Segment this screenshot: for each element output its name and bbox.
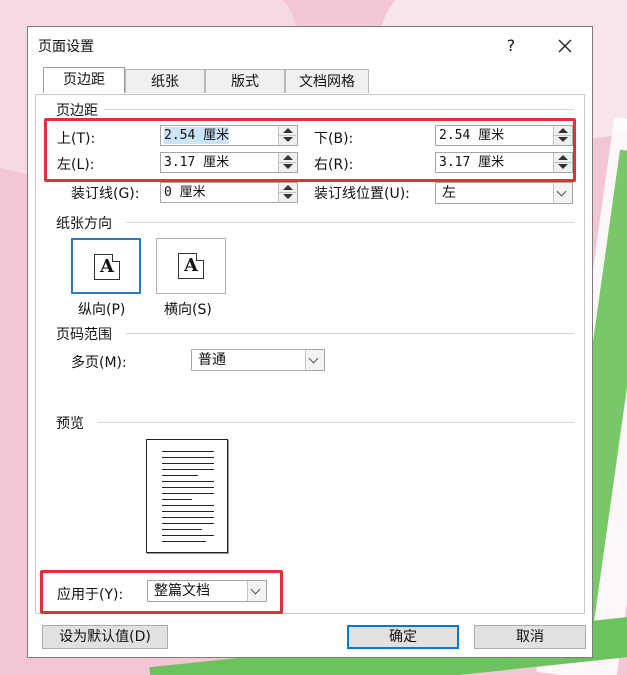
pages-group-label: 页码范围 — [56, 324, 118, 344]
tab-paper[interactable]: 纸张 — [125, 69, 205, 93]
portrait-page-icon: A — [94, 254, 120, 280]
gutter-value: 0 厘米 — [164, 185, 206, 200]
tab-document-grid[interactable]: 文档网格 — [285, 69, 369, 93]
landscape-option[interactable]: A — [156, 238, 226, 294]
chevron-down-icon[interactable] — [553, 183, 572, 203]
preview-page — [146, 439, 228, 553]
gutter-position-label: 装订线位置(U): — [314, 186, 410, 202]
tab-layout[interactable]: 版式 — [205, 69, 285, 93]
gutter-label: 装订线(G): — [71, 186, 140, 202]
close-icon — [558, 39, 572, 53]
orientation-group-label: 纸张方向 — [56, 213, 118, 233]
tab-margins[interactable]: 页边距 — [43, 67, 125, 93]
highlight-box-apply — [40, 570, 283, 614]
page-setup-dialog: 页面设置 ? 页边距 纸张 版式 文档网格 页边距 上(T): 2.54 厘米 … — [27, 26, 593, 658]
multiple-pages-select[interactable]: 普通 — [191, 349, 325, 371]
ok-button[interactable]: 确定 — [347, 625, 459, 649]
multiple-pages-label: 多页(M): — [71, 355, 127, 371]
separator — [98, 422, 574, 423]
highlight-box-margins — [44, 118, 576, 182]
cancel-button[interactable]: 取消 — [474, 625, 586, 649]
gutter-spinner[interactable]: 0 厘米 — [160, 182, 298, 203]
margins-group-label: 页边距 — [56, 100, 104, 120]
landscape-page-icon: A — [178, 253, 204, 279]
portrait-label: 纵向(P) — [78, 302, 126, 318]
separator — [126, 222, 574, 223]
landscape-label: 横向(S) — [164, 302, 212, 318]
dialog-title: 页面设置 — [38, 39, 94, 55]
set-default-button[interactable]: 设为默认值(D) — [42, 625, 168, 649]
close-button[interactable] — [550, 33, 580, 59]
portrait-option[interactable]: A — [71, 238, 141, 294]
spin-buttons[interactable] — [278, 183, 297, 202]
separator — [126, 333, 574, 334]
separator — [98, 109, 574, 110]
help-button[interactable]: ? — [498, 33, 524, 59]
preview-group-label: 预览 — [56, 413, 90, 433]
chevron-down-icon[interactable] — [305, 350, 324, 370]
gutter-position-value: 左 — [442, 185, 456, 201]
title-bar: 页面设置 ? — [28, 27, 592, 65]
gutter-position-select[interactable]: 左 — [435, 182, 573, 204]
multiple-pages-value: 普通 — [198, 352, 226, 368]
